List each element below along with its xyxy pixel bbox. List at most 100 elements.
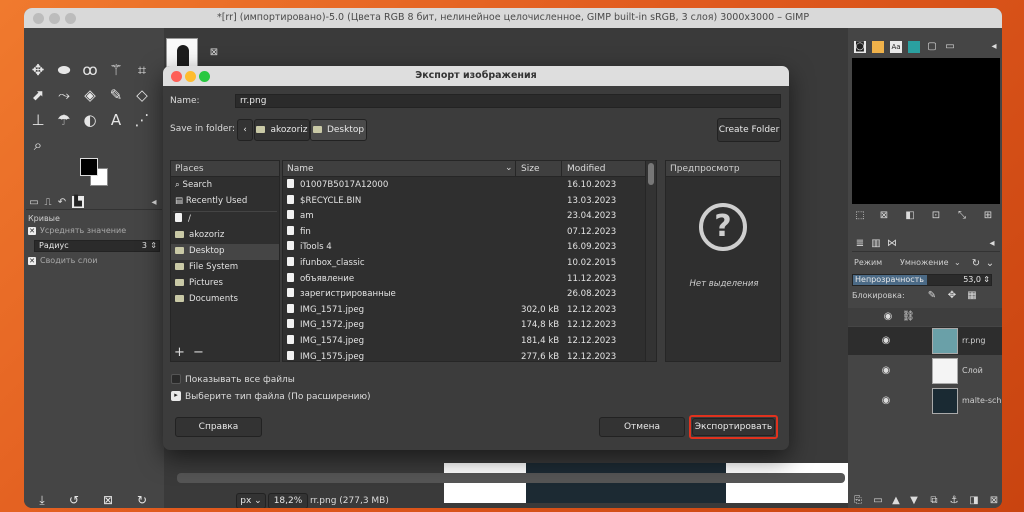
warp-icon[interactable]: ⤳ [54,85,74,105]
clone-icon[interactable]: ⊥ [28,110,48,130]
place-recent[interactable]: ▤ Recently Used [171,194,279,210]
dock-menu-icon[interactable]: ◂ [988,41,1000,53]
zoom-in-icon[interactable]: ⊠ [878,210,890,222]
file-row[interactable]: зарегистрированные 26.08.2023 [283,287,656,303]
mask-layer-icon[interactable]: ◨ [968,495,980,507]
files-scrollbar[interactable] [645,160,657,362]
mode-dropdown-icon[interactable]: ⌄ [954,257,961,269]
layer-row[interactable]: ◉ rr.png [848,327,1002,355]
create-folder-button[interactable]: Create Folder [717,118,781,142]
eye-icon[interactable]: ◉ [880,395,892,407]
place-desktop[interactable]: Desktop [171,244,279,260]
opacity-spin-icon[interactable]: ⇕ [983,275,990,285]
layer-name[interactable]: Слой [962,365,983,377]
fuzzy-select-icon[interactable]: ⚚ [106,60,126,80]
anchor-layer-icon[interactable]: ⚓ [948,495,960,507]
help-button[interactable]: Справка [175,417,262,437]
column-name[interactable]: Name [287,164,314,174]
file-row[interactable]: объявление 11.12.2023 [283,272,656,288]
dodge-icon[interactable]: ◐ [80,110,100,130]
zoom-window-button[interactable] [65,13,76,24]
brushes-tab-icon[interactable] [908,41,920,53]
eye-icon[interactable]: ◉ [880,365,892,377]
smooth-checkbox[interactable]: ✕ [28,227,36,235]
file-type-expander-icon[interactable]: ▸ [171,391,181,401]
place-search[interactable]: ⌕ Search [171,178,279,194]
fit-width-icon[interactable]: ⤡ [956,210,968,222]
column-modified[interactable]: Modified [567,164,605,174]
channels-tab-icon[interactable]: ▥ [870,238,882,250]
foreground-color-swatch-top[interactable] [80,158,98,176]
zoom-tool-icon[interactable]: ⌕ [28,135,48,155]
fonts-tab-icon[interactable]: Aa [890,41,902,53]
save-options-icon[interactable]: ⤓ [32,490,52,508]
place-pictures[interactable]: Pictures [171,276,279,292]
transform-icon[interactable]: ⬈ [28,85,48,105]
file-row[interactable]: fin 07.12.2023 [283,225,656,241]
raise-layer-icon[interactable]: ▲ [890,495,902,507]
dialog-zoom-button[interactable] [199,71,210,82]
reset-options-icon[interactable]: ↻ [132,490,152,508]
close-tab-icon[interactable]: ⊠ [208,47,220,59]
color-tab-icon[interactable] [872,41,884,53]
navigation-tab-icon[interactable]: ◙ [854,41,866,53]
remove-bookmark-icon[interactable]: − [193,345,204,360]
device-status-tab-icon[interactable]: ⎍ [42,197,54,209]
add-bookmark-icon[interactable]: + [174,345,185,360]
bucket-fill-icon[interactable]: ◈ [80,85,100,105]
path-segment-desktop[interactable]: Desktop [310,119,367,141]
opacity-slider[interactable]: Непрозрачность 53,0 ⇕ [852,274,992,286]
file-row[interactable]: 01007B5017A12000 16.10.2023 [283,178,656,194]
file-type-label[interactable]: Выберите тип файла (По расширению) [185,392,371,402]
layer-row[interactable]: ◉ malte-schmidt-e [848,387,1002,415]
mode-row[interactable]: Режим Умножение ⌄ [852,257,966,271]
path-back-button[interactable]: ‹ [237,119,253,141]
spin-arrows-icon[interactable]: ⇕ [150,241,157,251]
eye-icon[interactable]: ◉ [880,335,892,347]
merge-checkbox[interactable]: ✕ [28,257,36,265]
filename-input[interactable]: rr.png [235,94,781,108]
text-tool-icon[interactable]: A [106,110,126,130]
dialog-close-button[interactable] [171,71,182,82]
export-button[interactable]: Экспортировать [692,418,775,436]
radius-spin[interactable]: Радиус 3 ⇕ [34,240,160,252]
file-row[interactable]: IMG_1574.jpeg 181,4 kB 12.12.2023 [283,334,656,350]
dialog-minimize-button[interactable] [185,71,196,82]
layer-name[interactable]: rr.png [962,335,985,347]
scrollbar-thumb[interactable] [648,163,654,185]
tool-options-tab-icon[interactable]: ▭ [28,197,40,209]
file-row[interactable]: IMG_1571.jpeg 302,0 kB 12.12.2023 [283,303,656,319]
gradients-tab-icon[interactable]: ▭ [944,41,956,53]
path-segment-akozoriz[interactable]: akozoriz [254,119,310,141]
file-row[interactable]: iTools 4 16.09.2023 [283,240,656,256]
restore-options-icon[interactable]: ↺ [64,490,84,508]
lock-position-icon[interactable]: ✥ [946,290,958,302]
column-size[interactable]: Size [521,164,539,174]
patterns-tab-icon[interactable]: ▢ [926,41,938,53]
new-layer-icon[interactable]: ⎘ [852,495,864,507]
place-filesystem[interactable]: File System [171,260,279,276]
paintbrush-icon[interactable]: ✎ [106,85,126,105]
file-row[interactable]: ifunbox_classic 10.02.2015 [283,256,656,272]
move-tool-icon[interactable]: ✥ [28,60,48,80]
zoom-dropdown[interactable]: 18,2% ⌄ [268,493,308,508]
file-row[interactable]: $RECYCLE.BIN 13.03.2023 [283,194,656,210]
smudge-icon[interactable]: ☂ [54,110,74,130]
ellipse-select-icon[interactable]: ⬬ [54,60,74,80]
unit-dropdown[interactable]: px ⌄ [236,493,266,508]
canvas-image[interactable] [444,463,849,503]
layer-row[interactable]: ◉ Слой [848,357,1002,385]
paths-tab-icon[interactable]: ⋈ [886,238,898,250]
place-documents[interactable]: Documents [171,292,279,308]
mode-options-icon[interactable]: ⌄ [984,258,996,270]
sort-icon[interactable]: ⌄ [505,163,513,173]
cancel-button[interactable]: Отмена [599,417,685,437]
images-tab-icon[interactable]: ▙ [72,196,84,208]
undo-history-tab-icon[interactable]: ↶ [56,197,68,209]
delete-options-icon[interactable]: ⊠ [98,490,118,508]
show-all-label[interactable]: Показывать все файлы [185,375,295,385]
layers-tab-icon[interactable]: ≣ [854,238,866,250]
mode-value[interactable]: Умножение [900,257,949,269]
show-all-checkbox[interactable] [171,374,181,384]
navigation-preview[interactable] [852,58,1000,204]
